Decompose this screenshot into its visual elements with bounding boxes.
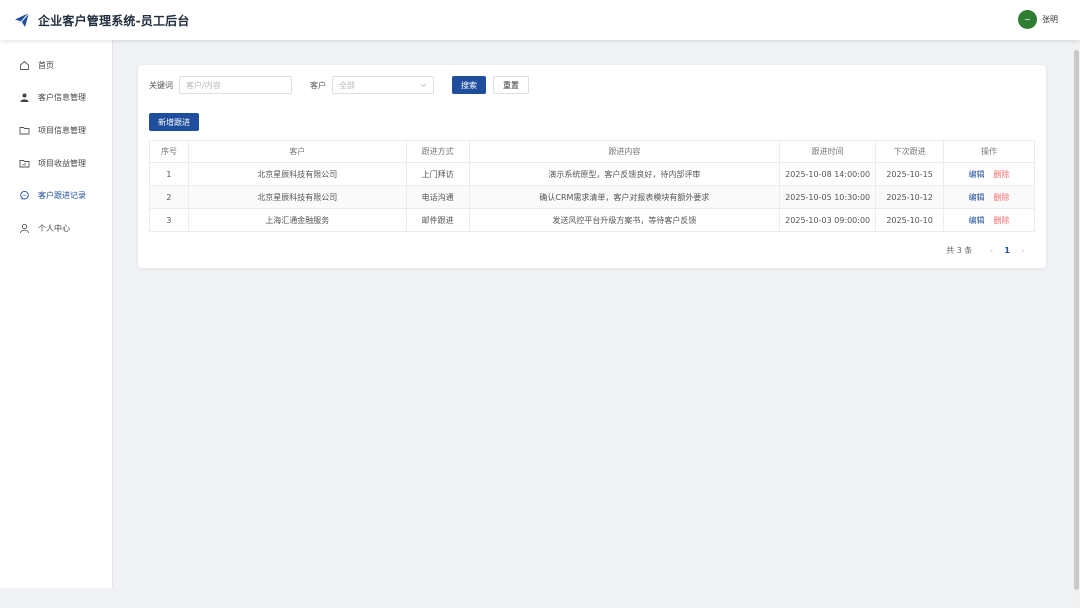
total-count: 共 3 条 bbox=[946, 245, 973, 255]
sidebar-item-projects[interactable]: 项目信息管理 bbox=[0, 114, 112, 147]
cell-customer: 北京星辰科技有限公司 bbox=[187, 162, 407, 186]
cell-content: 演示系统原型，客户反馈良好，待内部评审 bbox=[468, 162, 781, 186]
delete-link[interactable]: 删除 bbox=[994, 170, 1010, 179]
sidebar: 首页 客户信息管理 项目信息管理 项目收益管理 客户跟进记录 个人中心 bbox=[0, 40, 113, 588]
followup-card: 关键词 客户 全部 搜索 重置 新增跟进 序号 客户 跟进方式 跟进内容 跟进时… bbox=[138, 65, 1046, 268]
top-header: 企业客户管理系统-员工后台 ~ 张明 bbox=[0, 0, 1080, 40]
next-page-button[interactable]: › bbox=[1018, 246, 1028, 255]
avatar[interactable]: ~ bbox=[1018, 10, 1037, 29]
column-header: 客户 bbox=[187, 140, 407, 163]
keyword-label: 关键词 bbox=[149, 80, 173, 90]
table-row: 3 上海汇通金融服务 邮件跟进 发送风控平台升级方案书，等待客户反馈 2025-… bbox=[149, 208, 1035, 232]
cell-time: 2025-10-08 14:00:00 bbox=[779, 162, 877, 186]
edit-link[interactable]: 编辑 bbox=[969, 193, 985, 202]
column-header: 序号 bbox=[149, 140, 189, 163]
table-header-row: 序号 客户 跟进方式 跟进内容 跟进时间 下次跟进 操作 bbox=[149, 140, 1035, 163]
followup-table: 序号 客户 跟进方式 跟进内容 跟进时间 下次跟进 操作 1 北京星辰科技有限公… bbox=[149, 140, 1035, 232]
folder-icon bbox=[19, 125, 30, 136]
edit-link[interactable]: 编辑 bbox=[969, 170, 985, 179]
app-title: 企业客户管理系统-员工后台 bbox=[38, 13, 190, 28]
cell-next: 2025-10-15 bbox=[875, 162, 945, 186]
sidebar-item-label: 首页 bbox=[38, 60, 54, 70]
cell-customer: 上海汇通金融服务 bbox=[187, 208, 407, 232]
reset-button[interactable]: 重置 bbox=[493, 76, 529, 94]
cell-method: 邮件跟进 bbox=[405, 208, 470, 232]
sidebar-item-customers[interactable]: 客户信息管理 bbox=[0, 82, 112, 115]
keyword-input[interactable] bbox=[179, 76, 292, 94]
sidebar-item-revenue[interactable]: 项目收益管理 bbox=[0, 147, 112, 180]
customer-select-value: 全部 bbox=[339, 80, 355, 90]
column-header: 操作 bbox=[943, 140, 1035, 163]
cell-index: 2 bbox=[149, 185, 189, 209]
user-icon bbox=[19, 92, 30, 103]
table-row: 2 北京星辰科技有限公司 电话沟通 确认CRM需求清单，客户对报表模块有额外要求… bbox=[149, 185, 1035, 209]
person-icon bbox=[19, 223, 30, 234]
sidebar-item-followups[interactable]: 客户跟进记录 bbox=[0, 179, 112, 212]
sidebar-item-profile[interactable]: 个人中心 bbox=[0, 212, 112, 245]
cell-next: 2025-10-12 bbox=[875, 185, 945, 209]
sidebar-item-label: 个人中心 bbox=[38, 223, 70, 233]
table-row: 1 北京星辰科技有限公司 上门拜访 演示系统原型，客户反馈良好，待内部评审 20… bbox=[149, 162, 1035, 186]
cell-index: 3 bbox=[149, 208, 189, 232]
chat-icon bbox=[19, 190, 30, 201]
sidebar-item-label: 客户跟进记录 bbox=[38, 191, 86, 201]
cell-customer: 北京星辰科技有限公司 bbox=[187, 185, 407, 209]
paper-plane-icon bbox=[15, 12, 30, 27]
search-button[interactable]: 搜索 bbox=[452, 76, 486, 94]
page-1-button[interactable]: 1 bbox=[1004, 246, 1010, 255]
cell-content: 确认CRM需求清单，客户对报表模块有额外要求 bbox=[468, 185, 781, 209]
cell-actions: 编辑 删除 bbox=[943, 185, 1035, 209]
column-header: 跟进时间 bbox=[779, 140, 877, 163]
delete-link[interactable]: 删除 bbox=[994, 216, 1010, 225]
user-menu[interactable]: ~ 张明 bbox=[1018, 10, 1058, 29]
prev-page-button[interactable]: ‹ bbox=[986, 246, 996, 255]
edit-link[interactable]: 编辑 bbox=[969, 216, 985, 225]
cell-index: 1 bbox=[149, 162, 189, 186]
customer-select[interactable]: 全部 bbox=[332, 76, 434, 94]
page-scrollbar[interactable] bbox=[1072, 40, 1080, 608]
cell-method: 上门拜访 bbox=[405, 162, 470, 186]
add-followup-button[interactable]: 新增跟进 bbox=[149, 113, 199, 131]
folder-chart-icon bbox=[19, 158, 30, 169]
scrollbar-thumb[interactable] bbox=[1074, 50, 1079, 590]
username[interactable]: 张明 bbox=[1042, 14, 1058, 25]
customer-label: 客户 bbox=[310, 80, 326, 90]
sidebar-item-label: 项目信息管理 bbox=[38, 125, 86, 135]
sidebar-item-label: 项目收益管理 bbox=[38, 158, 86, 168]
sidebar-item-label: 客户信息管理 bbox=[38, 93, 86, 103]
column-header: 下次跟进 bbox=[875, 140, 945, 163]
cell-time: 2025-10-05 10:30:00 bbox=[779, 185, 877, 209]
delete-link[interactable]: 删除 bbox=[994, 193, 1010, 202]
home-icon bbox=[19, 60, 30, 71]
column-header: 跟进内容 bbox=[468, 140, 781, 163]
cell-method: 电话沟通 bbox=[405, 185, 470, 209]
cell-actions: 编辑 删除 bbox=[943, 208, 1035, 232]
cell-time: 2025-10-03 09:00:00 bbox=[779, 208, 877, 232]
chevron-down-icon bbox=[420, 81, 427, 90]
pagination: 共 3 条 ‹ 1 › bbox=[946, 244, 1028, 256]
cell-content: 发送风控平台升级方案书，等待客户反馈 bbox=[468, 208, 781, 232]
filter-bar: 关键词 客户 全部 搜索 重置 bbox=[149, 76, 529, 94]
cell-next: 2025-10-10 bbox=[875, 208, 945, 232]
column-header: 跟进方式 bbox=[405, 140, 470, 163]
sidebar-item-home[interactable]: 首页 bbox=[0, 49, 112, 82]
cell-actions: 编辑 删除 bbox=[943, 162, 1035, 186]
